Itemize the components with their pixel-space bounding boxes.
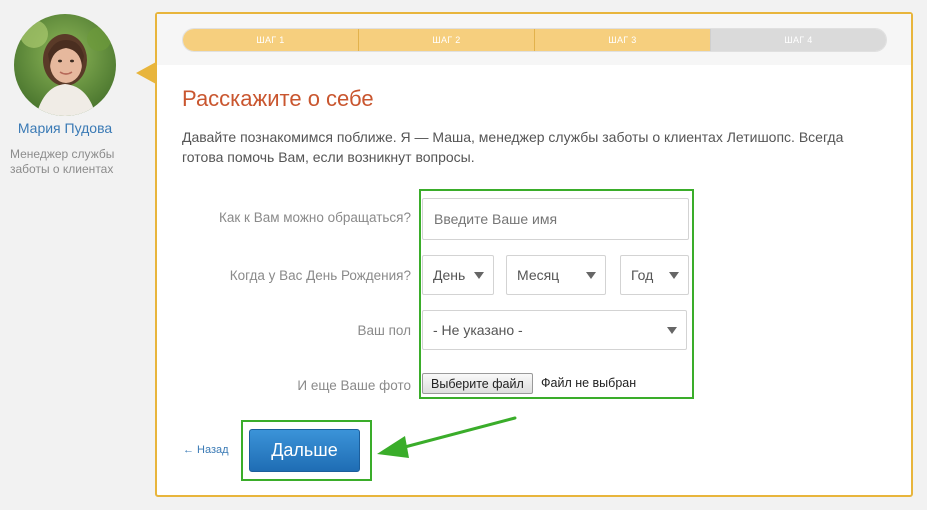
step-4: ШАГ 4: [711, 29, 886, 51]
back-link[interactable]: ← Назад: [183, 444, 229, 456]
manager-avatar: [14, 14, 116, 116]
year-select[interactable]: Год: [620, 255, 689, 295]
year-select-value: Год: [631, 267, 654, 283]
gender-label: Ваш пол: [357, 323, 412, 338]
photo-label: И еще Ваше фото: [297, 378, 411, 393]
green-arrow-annotation: [377, 416, 517, 458]
name-input[interactable]: [422, 198, 689, 240]
step-1: ШАГ 1: [183, 29, 359, 51]
file-status: Файл не выбран: [541, 376, 637, 390]
chevron-down-icon: [669, 272, 679, 279]
manager-role: Менеджер службы заботы о клиентах: [10, 147, 115, 176]
bubble-tail: [136, 62, 156, 84]
chevron-down-icon: [474, 272, 484, 279]
day-select[interactable]: День: [422, 255, 494, 295]
name-label: Как к Вам можно обращаться?: [219, 210, 411, 225]
step-progress-bar: ШАГ 1 ШАГ 2 ШАГ 3 ШАГ 4: [182, 28, 887, 52]
day-select-value: День: [433, 267, 466, 283]
next-button[interactable]: Дальше: [249, 429, 360, 472]
page-title: Расскажите о себе: [182, 86, 374, 111]
chevron-down-icon: [586, 272, 596, 279]
month-select-value: Месяц: [517, 267, 560, 283]
chevron-down-icon: [667, 327, 677, 334]
gender-select-value: - Не указано -: [433, 322, 523, 338]
step-3: ШАГ 3: [535, 29, 711, 51]
signup-card: ШАГ 1 ШАГ 2 ШАГ 3 ШАГ 4 Расскажите о себ…: [155, 12, 913, 497]
gender-select[interactable]: - Не указано -: [422, 310, 687, 350]
birthday-label: Когда у Вас День Рождения?: [229, 268, 411, 283]
avatar-photo: [14, 14, 116, 116]
month-select[interactable]: Месяц: [506, 255, 606, 295]
choose-file-button[interactable]: Выберите файл: [422, 373, 533, 394]
manager-name: Мария Пудова: [17, 120, 113, 136]
step-2: ШАГ 2: [359, 29, 535, 51]
progress-area: ШАГ 1 ШАГ 2 ШАГ 3 ШАГ 4: [157, 14, 911, 65]
intro-text: Давайте познакомимся поближе. Я — Маша, …: [182, 129, 844, 165]
